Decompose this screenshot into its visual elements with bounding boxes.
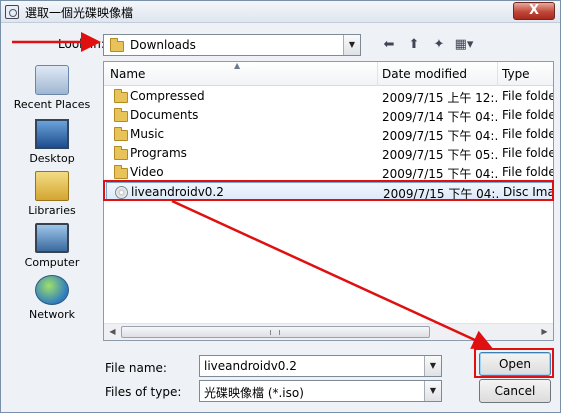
- annotation-arrows: [12, 32, 493, 349]
- arrow-to-open-button: [171, 199, 493, 349]
